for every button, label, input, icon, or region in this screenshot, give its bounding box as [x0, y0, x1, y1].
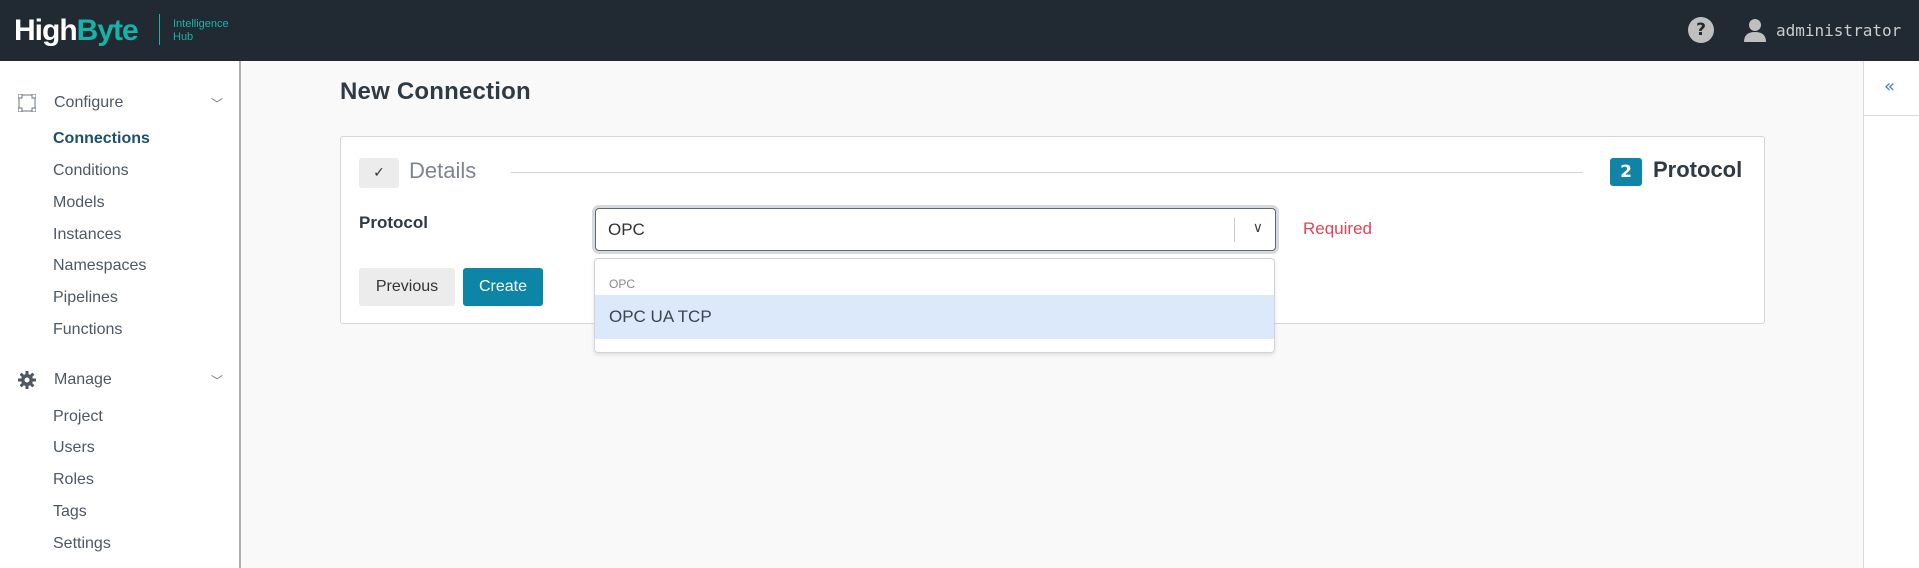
sidebar-item-namespaces[interactable]: Namespaces [53, 257, 146, 275]
sidebar-group-configure[interactable]: Configure ﹀ [18, 94, 223, 112]
logo-subtitle: Intelligence Hub [173, 18, 229, 44]
select-divider [1234, 218, 1235, 242]
previous-button[interactable]: Previous [359, 268, 455, 306]
protocol-label: Protocol [359, 213, 428, 232]
required-message: Required [1303, 219, 1372, 238]
dropdown-group-header: OPC [609, 277, 636, 291]
sidebar-item-conditions[interactable]: Conditions [53, 162, 129, 180]
logo-sub-line-1: Intelligence [173, 18, 229, 30]
sidebar-group-manage[interactable]: Manage ﹀ [18, 371, 223, 389]
logo-text-teal: Byte [76, 14, 139, 47]
step-details[interactable]: Details [409, 158, 476, 184]
help-icon[interactable]: ? [1688, 17, 1714, 43]
highbyte-logo[interactable]: HighByte [14, 14, 139, 48]
nodes-icon [18, 94, 36, 112]
protocol-select-value[interactable]: OPC [608, 220, 645, 240]
configure-label: Configure [54, 94, 124, 111]
sidebar-item-settings[interactable]: Settings [53, 535, 111, 553]
sidebar: Configure ﹀ Connections Conditions Model… [0, 61, 241, 568]
logo-text-white: High [14, 14, 78, 47]
logo-sub-line-2: Hub [173, 31, 194, 43]
protocol-dropdown-menu: OPC OPC UA TCP [594, 258, 1275, 353]
collapse-left-icon[interactable]: « [1884, 76, 1895, 97]
sidebar-item-roles[interactable]: Roles [53, 471, 94, 489]
sidebar-item-connections[interactable]: Connections [53, 130, 150, 148]
username[interactable]: administrator [1776, 21, 1901, 40]
chevron-down-icon: ﹀ [210, 373, 223, 388]
check-icon: ✓ [359, 158, 399, 188]
sidebar-item-tags[interactable]: Tags [53, 503, 87, 521]
page-title: New Connection [340, 78, 531, 105]
create-button[interactable]: Create [463, 268, 543, 306]
protocol-select[interactable]: OPC ∨ [595, 208, 1276, 251]
top-header: HighByte Intelligence Hub ? administrator [0, 0, 1919, 61]
step-connector [511, 172, 1583, 173]
dropdown-option-opc-ua-tcp[interactable]: OPC UA TCP [595, 295, 1274, 339]
manage-label: Manage [54, 371, 112, 388]
step-protocol: Protocol [1653, 157, 1743, 182]
sidebar-item-models[interactable]: Models [53, 194, 105, 212]
gear-icon [18, 371, 36, 389]
sidebar-item-users[interactable]: Users [53, 439, 95, 457]
sidebar-item-pipelines[interactable]: Pipelines [53, 289, 118, 307]
step-number-badge: 2 [1610, 158, 1642, 186]
chevron-down-icon[interactable]: ∨ [1253, 220, 1263, 236]
sidebar-item-project[interactable]: Project [53, 408, 103, 426]
chevron-down-icon: ﹀ [210, 96, 223, 111]
panel-divider [1864, 115, 1919, 116]
user-icon[interactable] [1744, 18, 1766, 42]
logo-divider [159, 14, 160, 45]
right-panel: « [1863, 61, 1919, 568]
sidebar-item-functions[interactable]: Functions [53, 321, 122, 339]
sidebar-item-instances[interactable]: Instances [53, 226, 121, 244]
